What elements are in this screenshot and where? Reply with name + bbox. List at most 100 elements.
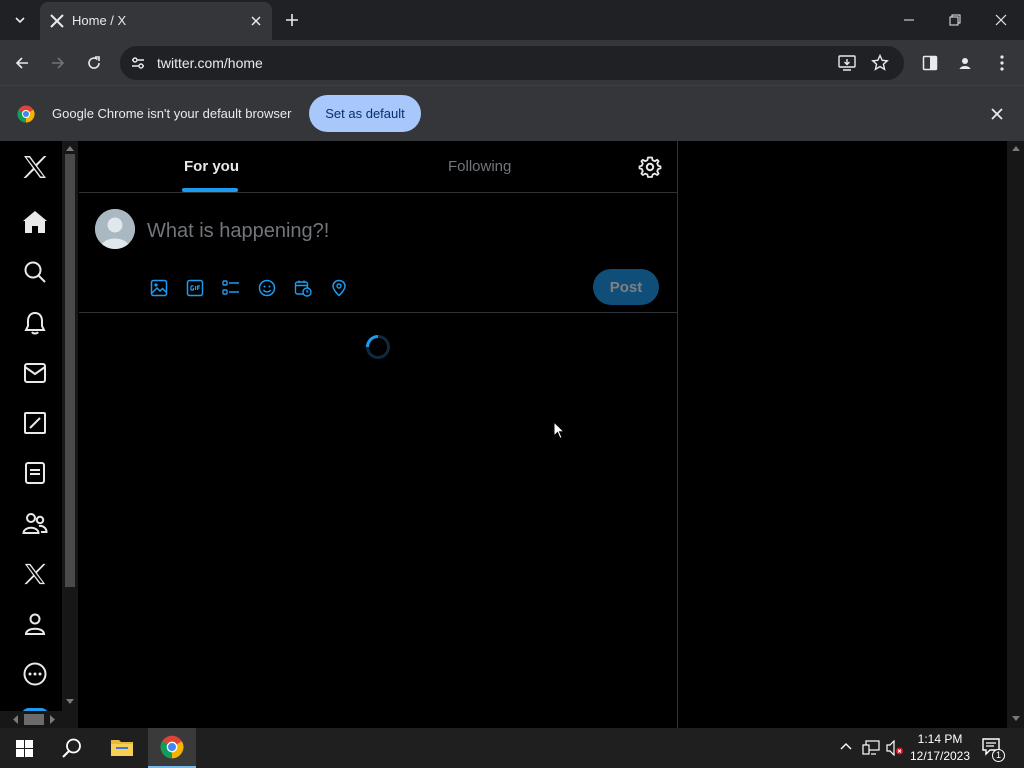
tab-following-label: Following <box>448 158 512 175</box>
address-bar[interactable]: twitter.com/home <box>120 46 904 80</box>
tab-close-icon[interactable] <box>248 13 264 29</box>
media-button[interactable] <box>149 278 169 298</box>
file-explorer-button[interactable] <box>98 728 146 768</box>
window-restore-button[interactable] <box>932 0 978 40</box>
bookmark-star-icon[interactable] <box>871 54 889 72</box>
install-app-icon[interactable] <box>838 55 856 71</box>
poll-button[interactable] <box>221 278 241 298</box>
close-icon <box>995 14 1007 26</box>
tweet-composer: Post <box>79 194 678 313</box>
start-button[interactable] <box>0 728 48 768</box>
tab-for-you[interactable]: For you <box>79 141 341 193</box>
lists-icon[interactable] <box>20 458 50 488</box>
communities-icon[interactable] <box>20 508 50 538</box>
profile-icon[interactable] <box>20 609 50 639</box>
reload-icon <box>88 56 100 69</box>
tab-for-you-label: For you <box>184 158 239 175</box>
taskbar-search-button[interactable] <box>48 728 96 768</box>
restore-icon <box>949 14 961 26</box>
chrome-taskbar-button[interactable] <box>148 728 196 768</box>
messages-icon[interactable] <box>20 358 50 388</box>
chevron-up-icon[interactable] <box>840 742 852 752</box>
browser-tab[interactable]: Home / X <box>40 2 272 40</box>
mouse-cursor-icon <box>553 421 565 440</box>
window-close-button[interactable] <box>978 0 1024 40</box>
action-center-button[interactable]: 1 <box>982 738 1005 762</box>
active-tab-indicator <box>182 188 238 192</box>
notification-count-badge: 1 <box>992 749 1005 762</box>
search-icon[interactable] <box>20 257 50 287</box>
chevron-down-icon <box>15 17 25 24</box>
search-icon <box>62 738 81 758</box>
scroll-left-icon[interactable] <box>12 715 20 724</box>
new-tab-icon[interactable] <box>282 10 302 30</box>
network-icon[interactable] <box>862 740 880 756</box>
emoji-icon <box>258 279 276 297</box>
loading-spinner-icon <box>366 335 390 359</box>
gear-icon[interactable] <box>638 155 662 179</box>
avatar[interactable] <box>95 209 135 249</box>
menu-dots-icon[interactable] <box>999 54 1005 72</box>
side-panel-icon[interactable] <box>922 55 938 71</box>
gif-button[interactable] <box>185 278 205 298</box>
image-icon <box>150 279 168 297</box>
home-icon[interactable] <box>20 207 50 237</box>
sidebar-scroll-thumb[interactable] <box>65 154 75 587</box>
clock-date[interactable]: 12/17/2023 <box>898 749 982 763</box>
site-info-button[interactable] <box>126 51 150 75</box>
more-icon[interactable] <box>20 659 50 689</box>
page-scrollbar[interactable] <box>1007 141 1024 728</box>
reload-button[interactable] <box>80 49 108 77</box>
horizontal-scroll-thumb[interactable] <box>24 714 44 725</box>
scroll-up-icon[interactable] <box>66 145 74 151</box>
scroll-down-icon[interactable] <box>66 699 74 705</box>
grok-icon[interactable] <box>20 408 50 438</box>
location-button[interactable] <box>329 278 349 298</box>
x-favicon-icon <box>50 14 64 28</box>
window-minimize-button[interactable] <box>886 0 932 40</box>
web-page: For you Following What is happening?! Po… <box>0 141 1024 728</box>
browser-toolbar: twitter.com/home <box>0 40 1024 85</box>
url-text: twitter.com/home <box>157 55 263 71</box>
gif-icon <box>186 279 204 297</box>
scroll-right-icon[interactable] <box>48 715 56 724</box>
premium-icon[interactable] <box>20 559 50 589</box>
scroll-up-icon[interactable] <box>1012 145 1020 151</box>
arrow-left-icon <box>15 57 28 69</box>
back-button[interactable] <box>8 49 36 77</box>
windows-logo-icon <box>15 739 33 757</box>
post-button[interactable]: Post <box>593 269 659 305</box>
set-as-default-button[interactable]: Set as default <box>309 95 421 132</box>
infobar-message: Google Chrome isn't your default browser <box>52 106 292 121</box>
clock-time[interactable]: 1:14 PM <box>898 732 982 746</box>
arrow-right-icon <box>52 57 65 69</box>
schedule-button[interactable] <box>293 278 313 298</box>
default-browser-infobar: Google Chrome isn't your default browser… <box>0 85 1024 141</box>
browser-tab-strip: Home / X <box>0 0 1024 40</box>
x-logo-icon[interactable] <box>20 152 50 182</box>
timeline-tabs: For you Following <box>79 141 678 193</box>
timeline-column: For you Following What is happening?! Po… <box>79 141 678 728</box>
tune-icon <box>132 57 144 69</box>
minimize-icon <box>904 19 914 21</box>
x-sidebar-nav <box>0 141 62 728</box>
windows-taskbar: 1:14 PM 12/17/2023 1 <box>0 728 1024 768</box>
horizontal-scrollbar[interactable] <box>0 711 62 728</box>
location-pin-icon <box>332 279 346 297</box>
profile-icon[interactable] <box>956 54 974 72</box>
forward-button[interactable] <box>44 49 72 77</box>
tab-search-button[interactable] <box>8 8 32 32</box>
tab-title: Home / X <box>72 13 127 28</box>
tab-following[interactable]: Following <box>341 141 621 193</box>
scroll-down-icon[interactable] <box>1012 716 1020 722</box>
emoji-button[interactable] <box>257 278 277 298</box>
chrome-logo-icon <box>17 105 35 123</box>
infobar-close-icon[interactable] <box>988 105 1006 123</box>
chrome-logo-icon <box>160 735 184 759</box>
schedule-icon <box>294 280 312 297</box>
folder-icon <box>111 740 133 756</box>
notifications-icon[interactable] <box>20 308 50 338</box>
sidebar-scrollbar[interactable] <box>62 141 78 728</box>
poll-icon <box>222 280 239 295</box>
compose-input[interactable] <box>147 216 647 246</box>
